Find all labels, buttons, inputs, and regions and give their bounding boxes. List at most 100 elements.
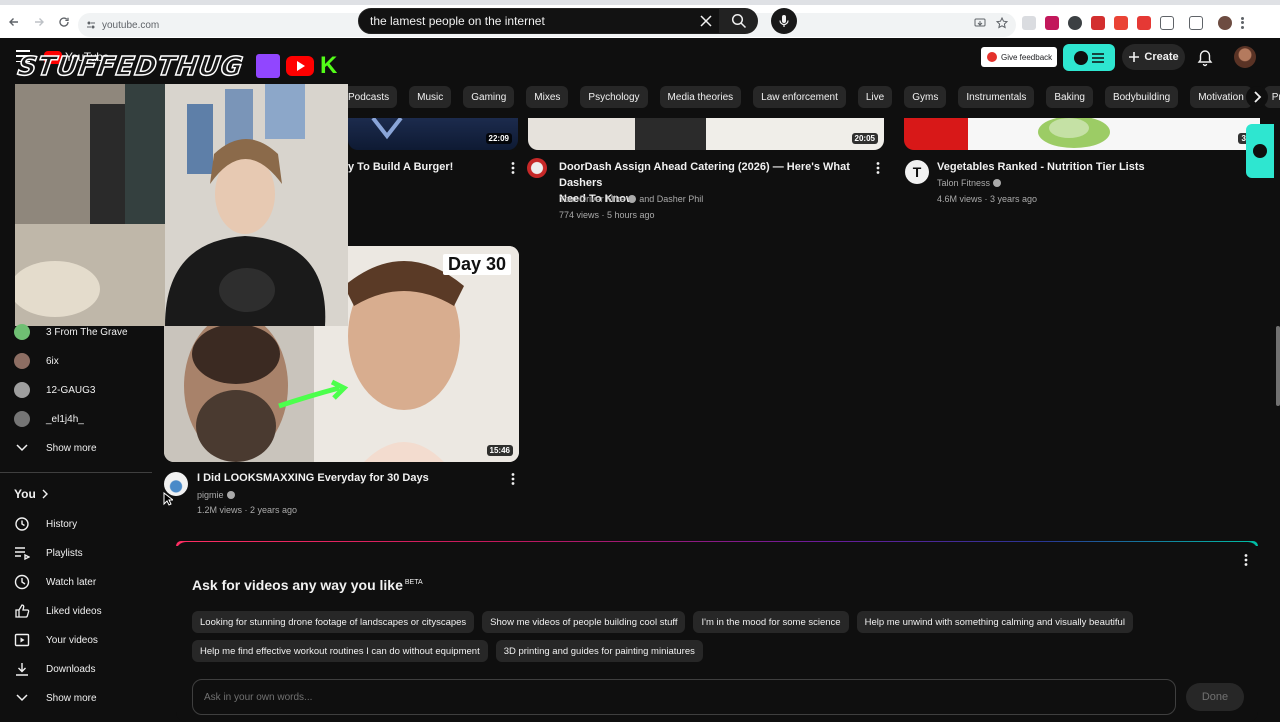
category-chip[interactable]: Psychology [580,86,648,108]
channel-line: Your Driver Mike and Dasher Phil [559,191,703,207]
sidebar-item-downloads[interactable]: Downloads [14,659,95,679]
category-chip[interactable]: Instrumentals [958,86,1035,108]
category-chip[interactable]: Baking [1046,86,1093,108]
video-thumbnail[interactable]: 20:05 [528,118,884,150]
suggestion-chip[interactable]: Help me unwind with something calming an… [856,611,1133,633]
video-title[interactable]: Vegetables Ranked - Nutrition Tier Lists [937,159,1145,175]
video-thumbnail[interactable]: 22:09 [348,118,518,150]
give-feedback-button[interactable]: Give feedback [981,47,1057,67]
thumbnail-overlay-text: Day 30 [442,254,511,275]
channel-avatar [14,382,30,398]
gmail-extension-icon[interactable] [1114,16,1128,30]
show-more-you[interactable]: Show more [14,688,97,708]
url-text: youtube.com [102,19,160,31]
category-chip[interactable]: Podcasts [340,86,398,108]
category-chip[interactable]: Music [409,86,452,108]
you-section-header[interactable]: You [14,487,48,501]
channel-collaborator[interactable]: and Dasher Phil [639,191,703,207]
video-views-age: 4.6M views · 3 years ago [937,194,1038,204]
category-chip[interactable]: Motivation [1190,86,1252,108]
account-avatar[interactable] [1234,46,1256,68]
clear-search-icon[interactable] [697,12,715,30]
sidebar-item-history[interactable]: History [14,514,77,534]
show-more-subscriptions[interactable]: Show more [14,438,97,458]
teal-extension-button[interactable] [1063,44,1115,71]
suggestion-chip[interactable]: Looking for stunning drone footage of la… [192,611,475,633]
chips-next-button[interactable] [1246,86,1268,108]
video-title-line: DoorDash Assign Ahead Catering (2026) — … [559,161,850,189]
extension-icon[interactable] [1137,16,1151,30]
channel-avatar [14,353,30,369]
subscription-item[interactable]: 12-GAUG3 [14,380,95,400]
sidebar-item-label: Watch later [46,576,97,588]
plus-icon [1128,51,1140,63]
forward-icon[interactable] [27,10,51,34]
voice-search-button[interactable] [771,8,797,34]
video-title[interactable]: I Did LOOKSMAXXING Everyday for 30 Days [197,470,429,486]
category-chip[interactable]: Law enforcement [753,86,846,108]
sidebar-item-label: History [46,518,78,530]
more-actions-icon[interactable] [508,472,518,486]
suggestion-chip[interactable]: I'm in the mood for some science [693,611,849,633]
channel-name[interactable]: Your Driver Mike [559,191,625,207]
category-chip[interactable]: Gyms [904,86,947,108]
category-chip[interactable]: Gaming [463,86,515,108]
extension-icon[interactable] [1068,16,1082,30]
search-button[interactable] [720,8,758,34]
video-title[interactable]: y To Build A Burger! [348,159,453,175]
back-icon[interactable] [2,10,26,34]
create-button[interactable]: Create [1122,44,1185,70]
sidebar-item-label: Your videos [46,634,98,646]
playlists-icon [14,545,30,561]
puzzle-icon[interactable] [1160,16,1174,30]
category-chip[interactable]: Media theories [659,86,742,108]
site-info-icon[interactable] [86,20,96,30]
channel-name[interactable]: Talon Fitness [937,175,990,191]
suggestion-chip[interactable]: 3D printing and guides for painting mini… [495,640,703,662]
category-chip[interactable]: Live [857,86,893,108]
more-actions-icon[interactable] [508,161,518,175]
profile-avatar-icon[interactable] [1218,16,1232,30]
category-chip[interactable]: Bodybuilding [1104,86,1179,108]
channel-avatar[interactable]: T [905,160,929,184]
more-actions-icon[interactable] [873,161,883,175]
extension-side-tab[interactable] [1246,124,1274,178]
reload-icon[interactable] [52,10,76,34]
menu-lines-icon [1092,52,1104,63]
done-button[interactable]: Done [1186,683,1244,711]
more-actions-icon[interactable] [1241,553,1251,567]
category-chips: Podcasts Music Gaming Mixes Psychology Media … [340,86,1280,108]
extension-icon[interactable] [1091,16,1105,30]
download-icon [14,661,30,677]
extension-icon[interactable] [1022,16,1036,30]
category-chip[interactable]: Mixes [526,86,569,108]
search-input[interactable]: the lamest people on the internet [358,8,720,34]
extension-icon[interactable] [1045,16,1059,30]
sidebar-item-watch-later[interactable]: Watch later [14,572,96,592]
channel-avatar[interactable] [527,158,547,178]
sidebar-item-your-videos[interactable]: Your videos [14,630,98,650]
subscription-item[interactable]: 6ix [14,351,59,371]
youtube-icon [286,56,314,76]
suggestion-chip[interactable]: Help me find effective workout routines … [192,640,488,662]
side-panel-icon[interactable] [1189,16,1203,30]
beta-badge: BETA [404,579,423,587]
install-app-icon[interactable] [974,17,986,29]
channel-name[interactable]: pigmie [197,487,224,503]
verified-icon [226,491,235,499]
notifications-bell-icon[interactable] [1196,49,1214,67]
subscription-item[interactable]: _el1j4h_ [14,409,84,429]
chrome-menu-icon[interactable] [1241,16,1245,30]
microphone-icon [777,14,791,28]
bookmark-star-icon[interactable] [996,17,1008,29]
sidebar-item-liked-videos[interactable]: Liked videos [14,601,102,621]
subscription-item[interactable]: 3 From The Grave [14,322,128,342]
page-scrollbar[interactable] [1276,326,1280,406]
suggestion-chip[interactable]: Show me videos of people building cool s… [482,611,686,633]
sidebar-item-playlists[interactable]: Playlists [14,543,83,563]
create-label: Create [1144,51,1179,63]
verified-icon [628,195,637,203]
ask-input-field[interactable]: Ask in your own words... [192,679,1176,715]
video-thumbnail[interactable]: 30: [904,118,1260,150]
chevron-right-icon [1252,91,1262,103]
